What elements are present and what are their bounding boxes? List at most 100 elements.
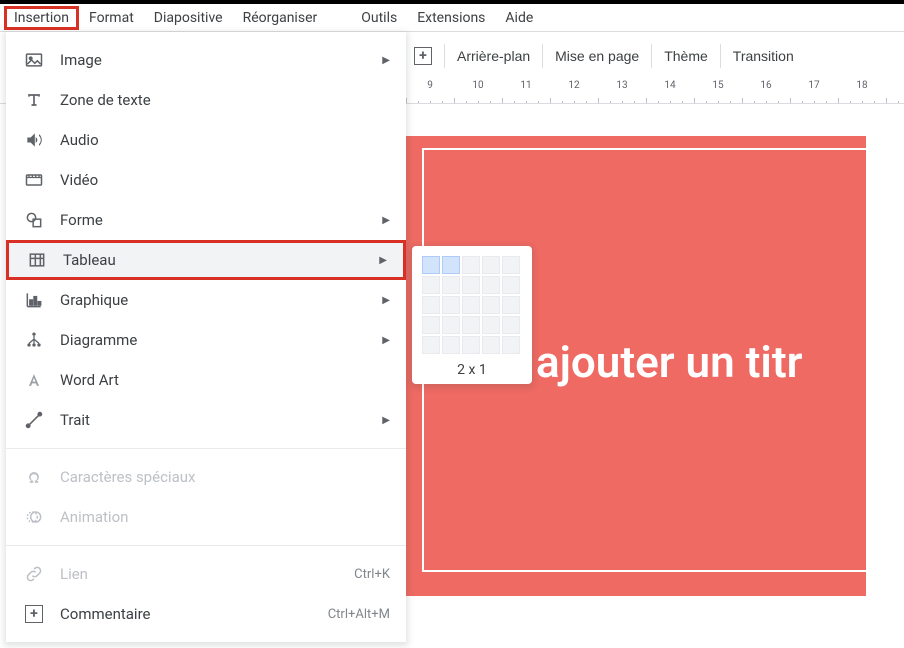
- menu-shortcut: Ctrl+Alt+M: [328, 607, 390, 622]
- ruler-mark: 14: [664, 80, 675, 91]
- menu-insertion[interactable]: Insertion: [4, 6, 79, 30]
- line-icon: [22, 410, 46, 430]
- diagram-icon: [22, 330, 46, 350]
- menu-item-label: Tableau: [63, 251, 379, 269]
- menu-separator: [6, 448, 406, 449]
- ruler-mark: 11: [520, 80, 531, 91]
- table-picker-grid[interactable]: [422, 256, 522, 354]
- table-picker-cell[interactable]: [482, 296, 500, 314]
- menu-format[interactable]: Format: [79, 6, 144, 30]
- table-picker-cell[interactable]: [442, 316, 460, 334]
- table-picker-cell[interactable]: [462, 316, 480, 334]
- toolbar-separator: [720, 44, 721, 68]
- table-picker-cell[interactable]: [502, 276, 520, 294]
- menu-item-table[interactable]: Tableau ▶: [6, 240, 406, 280]
- table-icon: [25, 250, 49, 270]
- menu-separator: [6, 545, 406, 546]
- chart-icon: [22, 290, 46, 310]
- menu-item-image[interactable]: Image ▶: [6, 40, 406, 80]
- comment-icon: +: [22, 605, 46, 623]
- toolbar-separator: [444, 44, 445, 68]
- table-picker-cell[interactable]: [482, 336, 500, 354]
- menu-item-label: Animation: [60, 508, 390, 526]
- toolbar-separator: [542, 44, 543, 68]
- audio-icon: [22, 130, 46, 150]
- menu-item-label: Caractères spéciaux: [60, 468, 390, 486]
- animation-icon: [22, 507, 46, 527]
- table-picker-cell[interactable]: [422, 336, 440, 354]
- table-picker-cell[interactable]: [462, 296, 480, 314]
- menu-item-chart[interactable]: Graphique ▶: [6, 280, 406, 320]
- table-picker-cell[interactable]: [442, 336, 460, 354]
- menu-item-wordart[interactable]: Word Art: [6, 360, 406, 400]
- table-picker-cell[interactable]: [502, 256, 520, 274]
- menu-item-audio[interactable]: Audio: [6, 120, 406, 160]
- menu-item-line[interactable]: Trait ▶: [6, 400, 406, 440]
- menu-item-video[interactable]: Vidéo: [6, 160, 406, 200]
- menu-item-link: Lien Ctrl+K: [6, 554, 406, 594]
- table-picker-cell[interactable]: [502, 316, 520, 334]
- menu-diapositive[interactable]: Diapositive: [144, 6, 233, 30]
- menu-item-label: Vidéo: [60, 171, 390, 189]
- table-picker-cell[interactable]: [462, 276, 480, 294]
- omega-icon: [22, 467, 46, 487]
- table-picker-cell[interactable]: [462, 256, 480, 274]
- menu-item-label: Forme: [60, 211, 382, 229]
- table-picker-cell[interactable]: [422, 296, 440, 314]
- background-button[interactable]: Arrière-plan: [447, 38, 540, 74]
- menubar: Insertion Format Diapositive Réorganiser…: [0, 4, 904, 32]
- menu-item-label: Trait: [60, 411, 382, 429]
- menu-extensions[interactable]: Extensions: [407, 6, 495, 30]
- table-picker-cell[interactable]: [422, 276, 440, 294]
- table-picker-cell[interactable]: [442, 276, 460, 294]
- table-picker-cell[interactable]: [502, 296, 520, 314]
- submenu-arrow-icon: ▶: [382, 295, 390, 306]
- transition-button[interactable]: Transition: [723, 38, 804, 74]
- menu-item-label: Word Art: [60, 371, 390, 389]
- ruler-mark: 12: [568, 80, 579, 91]
- menu-item-special-chars: Caractères spéciaux: [6, 457, 406, 497]
- menu-item-comment[interactable]: + Commentaire Ctrl+Alt+M: [6, 594, 406, 634]
- ruler-mark: 15: [712, 80, 723, 91]
- theme-button[interactable]: Thème: [654, 38, 718, 74]
- textbox-icon: [22, 90, 46, 110]
- ruler-mark: 16: [760, 80, 771, 91]
- table-picker-cell[interactable]: [502, 336, 520, 354]
- table-picker-cell[interactable]: [482, 276, 500, 294]
- add-comment-icon[interactable]: +: [414, 47, 432, 65]
- submenu-arrow-icon: ▶: [382, 415, 390, 426]
- ruler-mark: 17: [808, 80, 819, 91]
- submenu-arrow-icon: ▶: [382, 215, 390, 226]
- table-size-picker[interactable]: 2 x 1: [412, 246, 532, 384]
- submenu-arrow-icon: ▶: [382, 335, 390, 346]
- table-picker-cell[interactable]: [462, 336, 480, 354]
- menu-item-animation: Animation: [6, 497, 406, 537]
- menu-item-shape[interactable]: Forme ▶: [6, 200, 406, 240]
- menu-item-textbox[interactable]: Zone de texte: [6, 80, 406, 120]
- menu-item-label: Graphique: [60, 291, 382, 309]
- toolbar-separator: [651, 44, 652, 68]
- layout-button[interactable]: Mise en page: [545, 38, 649, 74]
- menu-reorganiser[interactable]: Réorganiser: [233, 6, 328, 30]
- ruler-mark: 13: [616, 80, 627, 91]
- ruler-mark: 10: [472, 80, 483, 91]
- table-picker-cell[interactable]: [422, 316, 440, 334]
- link-icon: [22, 564, 46, 584]
- shape-icon: [22, 210, 46, 230]
- video-icon: [22, 170, 46, 190]
- submenu-arrow-icon: ▶: [379, 255, 387, 266]
- table-picker-cell[interactable]: [482, 256, 500, 274]
- menu-shortcut: Ctrl+K: [354, 567, 390, 582]
- menu-outils[interactable]: Outils: [351, 6, 407, 30]
- slide-title-placeholder[interactable]: ajouter un titr: [536, 336, 802, 388]
- menu-item-label: Audio: [60, 131, 390, 149]
- image-icon: [22, 50, 46, 70]
- table-picker-cell[interactable]: [442, 296, 460, 314]
- table-picker-cell[interactable]: [422, 256, 440, 274]
- menu-item-label: Image: [60, 51, 382, 69]
- menu-aide[interactable]: Aide: [495, 6, 543, 30]
- table-picker-cell[interactable]: [482, 316, 500, 334]
- menu-item-diagram[interactable]: Diagramme ▶: [6, 320, 406, 360]
- table-picker-cell[interactable]: [442, 256, 460, 274]
- table-picker-label: 2 x 1: [422, 362, 522, 378]
